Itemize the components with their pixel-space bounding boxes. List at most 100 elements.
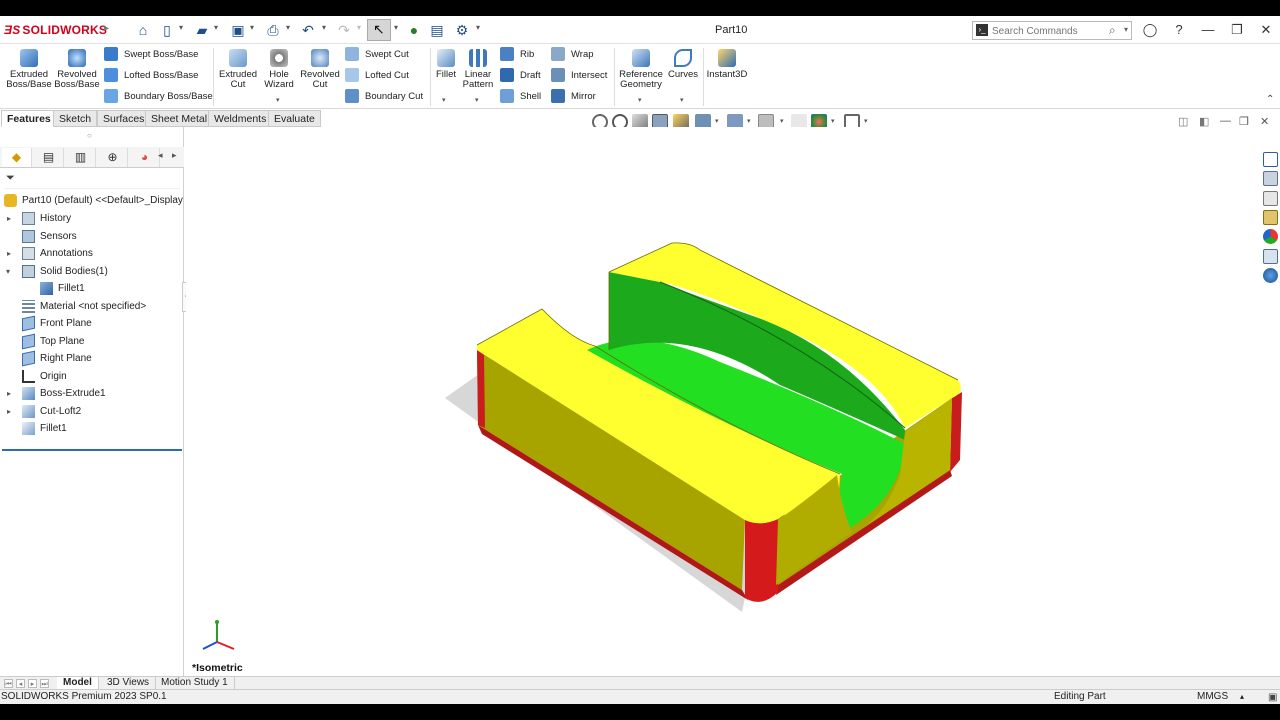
intersect-button[interactable]: Intersect [551, 68, 607, 84]
redo-dropdown-icon[interactable]: ▾ [357, 23, 361, 32]
tree-item-history[interactable]: ▸ History [0, 210, 184, 227]
rebuild-icon[interactable]: ● [405, 21, 423, 39]
tab-surfaces[interactable]: Surfaces [97, 110, 151, 127]
reference-geometry-button[interactable]: Reference Geometry [616, 46, 666, 90]
open-icon[interactable]: ▰ [193, 21, 211, 39]
boundary-boss-button[interactable]: Boundary Boss/Base [104, 89, 213, 105]
boundary-cut-button[interactable]: Boundary Cut [345, 89, 423, 105]
tree-item-boss-extrude1[interactable]: ▸ Boss-Extrude1 [0, 385, 184, 402]
swept-cut-button[interactable]: Swept Cut [345, 47, 409, 63]
undo-icon[interactable]: ↶ [299, 21, 317, 39]
instant3d-button[interactable]: Instant3D [704, 46, 750, 80]
first-tab-icon[interactable]: ⏮ [4, 679, 13, 688]
tree-item-solid-bodies[interactable]: ▾ Solid Bodies(1) [0, 263, 184, 280]
expand-arrow-icon[interactable]: ▸ [7, 403, 11, 420]
part-model[interactable] [186, 127, 1262, 687]
search-input[interactable] [992, 24, 1102, 38]
configuration-manager-tab-icon[interactable]: ▥ [66, 148, 96, 167]
open-dropdown-icon[interactable]: ▾ [214, 23, 218, 32]
help-icon[interactable]: ? [1169, 21, 1189, 39]
options-dropdown-icon[interactable]: ▾ [476, 23, 480, 32]
tree-root[interactable]: Part10 (Default) <<Default>_Display S [0, 192, 192, 209]
panel-grip-icon[interactable]: ○ [87, 131, 92, 140]
apply-scene-dropdown-icon[interactable]: ▾ [831, 117, 835, 125]
design-library-icon[interactable] [1263, 171, 1278, 186]
file-explorer-icon[interactable] [1263, 191, 1278, 206]
custom-properties-icon[interactable] [1263, 249, 1278, 264]
select-dropdown-icon[interactable]: ▾ [394, 23, 398, 32]
viewport-minimize-icon[interactable]: — [1220, 115, 1231, 127]
fillet-dropdown-icon[interactable]: ▾ [442, 96, 446, 104]
view-palette-icon[interactable] [1263, 210, 1278, 225]
fillet-button[interactable]: Fillet [431, 46, 461, 80]
mirror-button[interactable]: Mirror [551, 89, 596, 105]
tree-item-sensors[interactable]: Sensors [0, 228, 184, 245]
collapse-ribbon-icon[interactable]: ⌃ [1266, 94, 1274, 105]
save-icon[interactable]: ▣ [229, 21, 247, 39]
status-options-icon[interactable]: ▣ [1268, 691, 1277, 704]
previous-tab-icon[interactable]: ◂ [16, 679, 25, 688]
feature-manager-tab-icon[interactable]: ◆ [2, 148, 32, 167]
new-dropdown-icon[interactable]: ▾ [179, 23, 183, 32]
hide-show-dropdown-icon[interactable]: ▾ [780, 117, 784, 125]
hole-wizard-dropdown-icon[interactable]: ▾ [276, 96, 280, 104]
last-tab-icon[interactable]: ⏭ [40, 679, 49, 688]
tree-item-front-plane[interactable]: Front Plane [0, 315, 184, 332]
curves-button[interactable]: Curves [666, 46, 700, 80]
file-properties-icon[interactable]: ▤ [428, 21, 446, 39]
expand-arrow-icon[interactable]: ▸ [7, 385, 11, 402]
select-button[interactable]: ↖ [367, 19, 391, 41]
tab-sketch[interactable]: Sketch [53, 110, 98, 127]
revolved-boss-button[interactable]: Revolved Boss/Base [52, 46, 102, 90]
tree-filter[interactable]: ⏷ [4, 171, 180, 189]
reference-geometry-dropdown-icon[interactable]: ▾ [638, 96, 642, 104]
view-settings-dropdown-icon[interactable]: ▾ [864, 117, 868, 125]
save-dropdown-icon[interactable]: ▾ [250, 23, 254, 32]
wrap-button[interactable]: Wrap [551, 47, 594, 63]
search-commands[interactable]: ›_ ⌕ ▾ [972, 21, 1132, 40]
view-orientation-dropdown-icon[interactable]: ▾ [715, 117, 719, 125]
menu-expand-icon[interactable]: ▸ [104, 23, 109, 34]
tree-item-top-plane[interactable]: Top Plane [0, 333, 184, 350]
tree-item-fillet1[interactable]: Fillet1 [0, 420, 184, 437]
tabs-scroll-left-icon[interactable]: ◂ [158, 150, 163, 161]
print-icon[interactable]: ⎙ [264, 21, 282, 39]
restore-icon[interactable]: ❐ [1227, 21, 1247, 39]
unit-system-dropdown-icon[interactable]: ▴ [1240, 690, 1244, 704]
property-manager-tab-icon[interactable]: ▤ [34, 148, 64, 167]
solidworks-resources-icon[interactable] [1263, 152, 1278, 167]
tree-item-origin[interactable]: Origin [0, 368, 184, 385]
extruded-cut-button[interactable]: Extruded Cut [214, 46, 262, 90]
display-style-dropdown-icon[interactable]: ▾ [747, 117, 751, 125]
revolved-cut-button[interactable]: Revolved Cut [298, 46, 342, 90]
search-icon[interactable]: ⌕ [1109, 23, 1116, 38]
expand-arrow-icon[interactable]: ▸ [7, 245, 11, 262]
tree-item-material[interactable]: Material <not specified> [0, 298, 184, 315]
tree-item-right-plane[interactable]: Right Plane [0, 350, 184, 367]
display-manager-tab-icon[interactable]: ◕ [130, 148, 160, 167]
swept-boss-button[interactable]: Swept Boss/Base [104, 47, 198, 63]
extruded-boss-button[interactable]: Extruded Boss/Base [4, 46, 54, 90]
lofted-cut-button[interactable]: Lofted Cut [345, 68, 409, 84]
tab-sheet-metal[interactable]: Sheet Metal [145, 110, 214, 127]
next-tab-icon[interactable]: ▸ [28, 679, 37, 688]
home-icon[interactable]: ⌂ [134, 21, 152, 39]
tab-features[interactable]: Features [1, 110, 57, 127]
tree-item-annotations[interactable]: ▸ Annotations [0, 245, 184, 262]
appearances-icon[interactable] [1263, 229, 1278, 244]
lofted-boss-button[interactable]: Lofted Boss/Base [104, 68, 198, 84]
graphics-area[interactable]: *Isometric [186, 127, 1280, 693]
rollback-bar[interactable] [2, 449, 182, 451]
solidworks-logo[interactable]: ƎS SOLIDWORKS [4, 23, 107, 37]
tree-item-cut-loft2[interactable]: ▸ Cut-Loft2 [0, 403, 184, 420]
tab-evaluate[interactable]: Evaluate [268, 110, 321, 127]
minimize-icon[interactable]: — [1198, 21, 1218, 39]
collapse-arrow-icon[interactable]: ▾ [6, 263, 10, 280]
tree-item-body-fillet1[interactable]: Fillet1 [0, 280, 184, 297]
curves-dropdown-icon[interactable]: ▾ [680, 96, 684, 104]
tabs-scroll-right-icon[interactable]: ▸ [172, 150, 177, 161]
undo-dropdown-icon[interactable]: ▾ [322, 23, 326, 32]
shell-button[interactable]: Shell [500, 89, 541, 105]
search-dropdown-icon[interactable]: ▾ [1124, 25, 1128, 34]
close-icon[interactable]: ✕ [1256, 21, 1276, 39]
